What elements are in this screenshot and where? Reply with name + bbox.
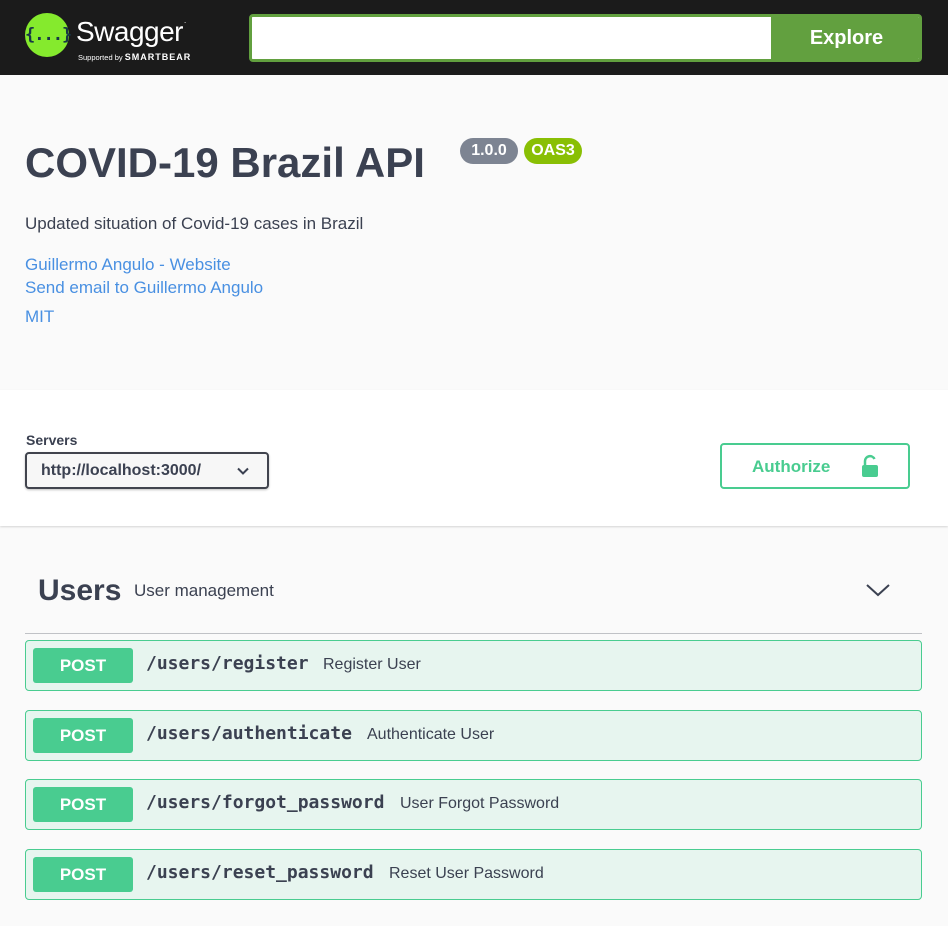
license-link[interactable]: MIT — [25, 307, 54, 327]
operation-summary: User Forgot Password — [400, 795, 560, 812]
authorize-button[interactable]: Authorize — [720, 443, 910, 489]
operation-summary: Reset User Password — [389, 865, 544, 882]
info-section: COVID-19 Brazil API 1.0.0 OAS3 Updated s… — [0, 75, 948, 390]
operation-register[interactable]: POST /users/register Register User — [25, 640, 922, 691]
operation-authenticate[interactable]: POST /users/authenticate Authenticate Us… — [25, 710, 922, 761]
chevron-down-icon — [237, 467, 249, 475]
operation-path: /users/forgot_password — [146, 792, 385, 813]
explore-form: Explore — [249, 14, 922, 62]
logo-sub-prefix: Supported by — [78, 53, 123, 62]
email-link[interactable]: Send email to Guillermo Angulo — [25, 278, 263, 298]
operation-path: /users/reset_password — [146, 862, 374, 883]
method-badge: POST — [33, 857, 133, 892]
tag-users-header[interactable]: Users User management — [25, 564, 922, 634]
method-badge: POST — [33, 718, 133, 753]
tag-name: Users — [38, 574, 122, 607]
operation-reset-password[interactable]: POST /users/reset_password Reset User Pa… — [25, 849, 922, 900]
spec-url-input[interactable] — [252, 17, 771, 59]
logo-wordmark: Swagger. — [76, 16, 186, 48]
selected-server: http://localhost:3000/ — [41, 462, 202, 479]
logo-word: Swagger — [76, 16, 184, 47]
api-title: COVID-19 Brazil API — [25, 139, 425, 186]
website-link[interactable]: Guillermo Angulo - Website — [25, 255, 231, 275]
chevron-down-icon[interactable] — [865, 579, 891, 601]
version-badge: 1.0.0 — [460, 138, 518, 164]
logo-subtitle: Supported by SMARTBEAR — [78, 52, 191, 62]
explore-button[interactable]: Explore — [771, 17, 919, 59]
lock-icon — [862, 454, 878, 477]
method-badge: POST — [33, 648, 133, 683]
operation-summary: Authenticate User — [367, 726, 495, 743]
server-select[interactable]: http://localhost:3000/ — [25, 452, 269, 489]
swagger-logo[interactable]: {...} Swagger. Supported by SMARTBEAR — [25, 13, 215, 65]
logo-sub-brand: SMARTBEAR — [124, 52, 192, 62]
operation-path: /users/authenticate — [146, 723, 352, 744]
oas-badge: OAS3 — [524, 138, 582, 164]
authorize-label: Authorize — [752, 457, 831, 476]
method-badge: POST — [33, 787, 133, 822]
topbar: {...} Swagger. Supported by SMARTBEAR Ex… — [0, 0, 948, 75]
operation-summary: Register User — [323, 656, 421, 673]
logo-trademark: . — [184, 16, 186, 25]
servers-label: Servers — [26, 432, 78, 448]
swagger-logo-icon: {...} — [25, 13, 72, 57]
api-description: Updated situation of Covid-19 cases in B… — [25, 214, 364, 233]
scheme-container: Servers http://localhost:3000/ Authorize — [0, 390, 948, 526]
tag-description: User management — [134, 581, 274, 600]
operation-forgot-password[interactable]: POST /users/forgot_password User Forgot … — [25, 779, 922, 830]
operation-path: /users/register — [146, 653, 309, 674]
